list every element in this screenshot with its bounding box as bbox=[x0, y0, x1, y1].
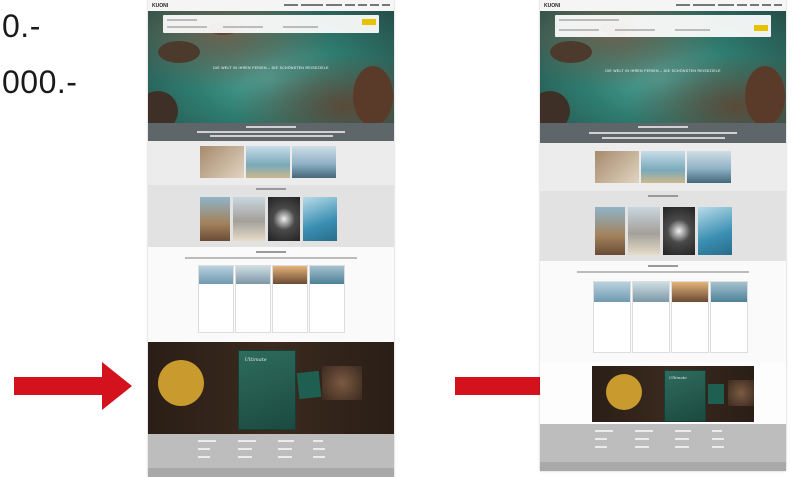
featured-image[interactable] bbox=[246, 146, 290, 178]
top-nav bbox=[676, 4, 782, 6]
page-header: KUONI bbox=[148, 0, 394, 11]
footer-links bbox=[540, 424, 786, 462]
offer-card[interactable] bbox=[198, 265, 234, 333]
search-panel[interactable] bbox=[162, 15, 380, 33]
offer-card[interactable] bbox=[593, 281, 631, 353]
passport-image bbox=[296, 370, 322, 400]
slide-text-line-1: 0.- bbox=[2, 8, 41, 44]
magazine-promo-band: Ultimate bbox=[592, 366, 754, 422]
search-button[interactable] bbox=[754, 25, 769, 31]
destination-image[interactable] bbox=[663, 207, 695, 255]
hero-tagline: DIE WELT IN IHREN FERIEN – DIE SCHÖNSTEN… bbox=[605, 69, 721, 73]
offer-card[interactable] bbox=[272, 265, 308, 333]
slide-text-line-2: 000.- bbox=[2, 64, 78, 100]
offer-card[interactable] bbox=[632, 281, 670, 353]
logo: KUONI bbox=[152, 3, 169, 9]
offer-card[interactable] bbox=[309, 265, 345, 333]
hero-tagline: DIE WELT IN IHREN FERIEN – DIE SCHÖNSTEN… bbox=[213, 66, 329, 70]
featured-image[interactable] bbox=[641, 151, 685, 183]
bag-image bbox=[728, 380, 754, 406]
search-panel[interactable] bbox=[554, 15, 772, 37]
footer-links bbox=[148, 434, 394, 468]
order-badge[interactable] bbox=[606, 374, 642, 410]
destination-image[interactable] bbox=[628, 207, 660, 255]
magazine-title: Ultimate bbox=[669, 375, 687, 380]
destination-image[interactable] bbox=[268, 197, 300, 241]
featured-images-row bbox=[148, 141, 394, 185]
featured-image[interactable] bbox=[200, 146, 244, 178]
featured-image[interactable] bbox=[595, 151, 639, 183]
page-header: KUONI bbox=[540, 0, 786, 11]
magazine-cover[interactable]: Ultimate bbox=[238, 350, 296, 430]
offer-card[interactable] bbox=[710, 281, 748, 353]
magazine-promo-band: Ultimate bbox=[148, 342, 394, 434]
destination-image[interactable] bbox=[233, 197, 265, 241]
left-red-arrow-icon bbox=[14, 362, 132, 410]
offers-section bbox=[148, 247, 394, 342]
destination-image[interactable] bbox=[698, 207, 732, 255]
magazine-promo-wrapper: Ultimate bbox=[540, 362, 786, 424]
offers-section bbox=[540, 261, 786, 362]
offer-card[interactable] bbox=[235, 265, 271, 333]
logo: KUONI bbox=[544, 3, 561, 9]
left-page-thumbnail: KUONI DIE WELT IN IHREN FERIEN – DIE SCH… bbox=[148, 0, 394, 477]
destinations-row bbox=[540, 191, 786, 261]
hero-image: DIE WELT IN IHREN FERIEN – DIE SCHÖNSTEN… bbox=[540, 11, 786, 123]
featured-images-row bbox=[540, 143, 786, 191]
magazine-cover[interactable]: Ultimate bbox=[664, 370, 706, 422]
magazine-title: Ultimate bbox=[244, 357, 267, 364]
destination-image[interactable] bbox=[200, 197, 230, 241]
order-badge[interactable] bbox=[158, 360, 204, 406]
passport-image bbox=[708, 384, 724, 404]
destinations-row bbox=[148, 185, 394, 247]
offer-card[interactable] bbox=[671, 281, 709, 353]
right-page-thumbnail: KUONI DIE WELT IN IHREN FERIEN – DIE SCH… bbox=[540, 0, 786, 471]
intro-band bbox=[148, 123, 394, 141]
intro-band bbox=[540, 123, 786, 143]
featured-image[interactable] bbox=[292, 146, 336, 178]
bag-image bbox=[322, 366, 362, 400]
hero-image: DIE WELT IN IHREN FERIEN – DIE SCHÖNSTEN… bbox=[148, 11, 394, 123]
destination-image[interactable] bbox=[303, 197, 337, 241]
search-button[interactable] bbox=[362, 19, 377, 25]
destination-image[interactable] bbox=[595, 207, 625, 255]
footer-bottom bbox=[540, 462, 786, 471]
top-nav bbox=[284, 4, 390, 6]
footer-bottom bbox=[148, 468, 394, 477]
featured-image[interactable] bbox=[687, 151, 731, 183]
